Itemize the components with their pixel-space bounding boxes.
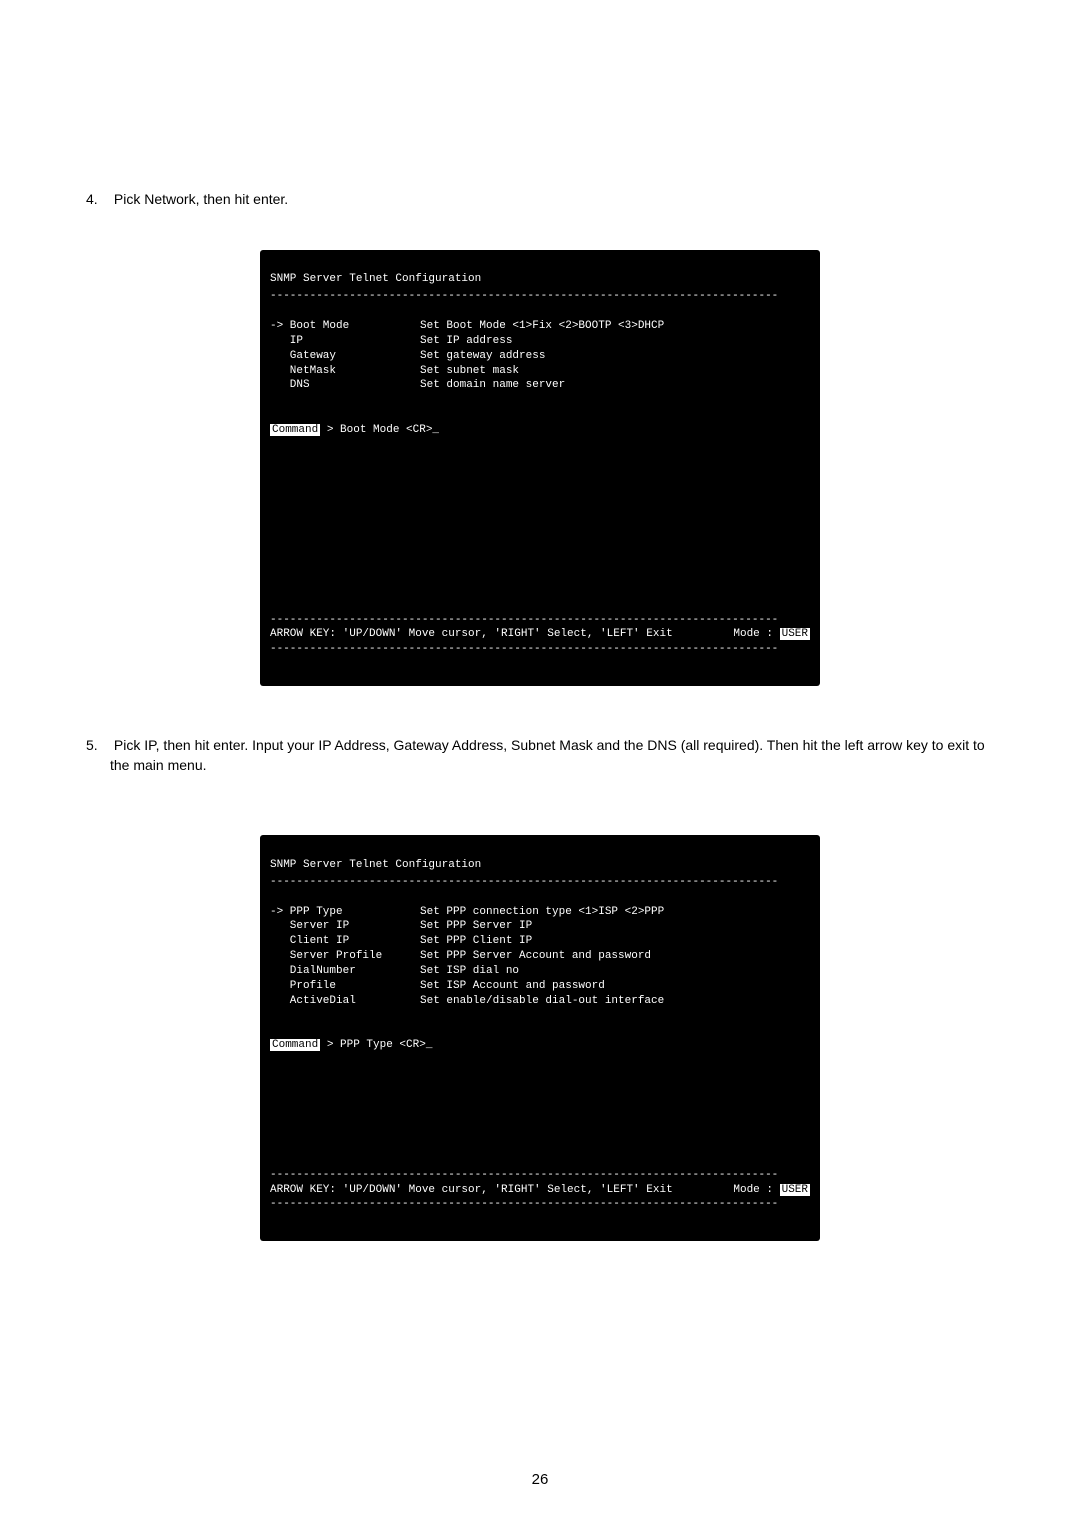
- command-label-hilite-2: Command: [270, 1039, 320, 1051]
- terminal2-divider-bottom2: ----------------------------------------…: [270, 1197, 810, 1212]
- terminal1-divider-top: ----------------------------------------…: [270, 289, 810, 304]
- terminal2-status-bar: ARROW KEY: 'UP/DOWN' Move cursor, 'RIGHT…: [270, 1183, 810, 1198]
- terminal1-status-bar: ARROW KEY: 'UP/DOWN' Move cursor, 'RIGHT…: [270, 627, 810, 642]
- command-prompt-2: Command > PPP Type <CR>_: [270, 1039, 432, 1051]
- status-help-text-2: ARROW KEY: 'UP/DOWN' Move cursor, 'RIGHT…: [270, 1183, 733, 1198]
- command-text: > Boot Mode <CR>_: [320, 424, 439, 436]
- menu-item-client-ip: Client IPSet PPP Client IP: [270, 934, 810, 949]
- menu-item-boot-mode: -> Boot ModeSet Boot Mode <1>Fix <2>BOOT…: [270, 319, 810, 334]
- document-page: 4. Pick Network, then hit enter. SNMP Se…: [0, 0, 1080, 1528]
- status-mode-value-2: USER: [780, 1184, 810, 1196]
- menu-item-server-ip: Server IPSet PPP Server IP: [270, 919, 810, 934]
- terminal1-title: SNMP Server Telnet Configuration: [270, 272, 810, 287]
- menu-item-netmask: NetMaskSet subnet mask: [270, 364, 810, 379]
- terminal-screenshot-1: SNMP Server Telnet Configuration --------…: [260, 250, 820, 686]
- status-mode: Mode : USER: [733, 627, 810, 642]
- terminal1-divider-bottom2: ----------------------------------------…: [270, 642, 810, 657]
- page-number: 26: [0, 1471, 1080, 1488]
- command-text-2: > PPP Type <CR>_: [320, 1039, 432, 1051]
- terminal-screenshot-2: SNMP Server Telnet Configuration --------…: [260, 835, 820, 1241]
- step-5: 5. Pick IP, then hit enter. Input your I…: [80, 736, 1000, 775]
- menu-item-dialnumber: DialNumberSet ISP dial no: [270, 964, 810, 979]
- terminal2-title: SNMP Server Telnet Configuration: [270, 858, 810, 873]
- menu-item-dns: DNSSet domain name server: [270, 378, 810, 393]
- menu-item-activedial: ActiveDialSet enable/disable dial-out in…: [270, 994, 810, 1009]
- terminal1-divider-bottom1: ----------------------------------------…: [270, 613, 810, 628]
- terminal2-divider-bottom1: ----------------------------------------…: [270, 1168, 810, 1183]
- menu-item-ip: IPSet IP address: [270, 334, 810, 349]
- step-5-number: 5.: [86, 736, 110, 756]
- terminal2-divider-top: ----------------------------------------…: [270, 875, 810, 890]
- menu-item-server-profile: Server ProfileSet PPP Server Account and…: [270, 949, 810, 964]
- status-mode-2: Mode : USER: [733, 1183, 810, 1198]
- menu-item-gateway: GatewaySet gateway address: [270, 349, 810, 364]
- menu-item-profile: ProfileSet ISP Account and password: [270, 979, 810, 994]
- terminal2-blank-area: [270, 1053, 810, 1153]
- command-label-hilite: Command: [270, 424, 320, 436]
- step-5-text: Pick IP, then hit enter. Input your IP A…: [110, 737, 985, 773]
- command-prompt: Command > Boot Mode <CR>_: [270, 424, 439, 436]
- terminal1-blank-area: [270, 438, 810, 598]
- status-help-text: ARROW KEY: 'UP/DOWN' Move cursor, 'RIGHT…: [270, 627, 733, 642]
- step-4-text: Pick Network, then hit enter.: [114, 191, 288, 207]
- step-4-number: 4.: [86, 190, 110, 210]
- status-mode-value: USER: [780, 628, 810, 640]
- menu-item-ppp-type: -> PPP TypeSet PPP connection type <1>IS…: [270, 905, 810, 920]
- step-4: 4. Pick Network, then hit enter.: [80, 190, 1000, 210]
